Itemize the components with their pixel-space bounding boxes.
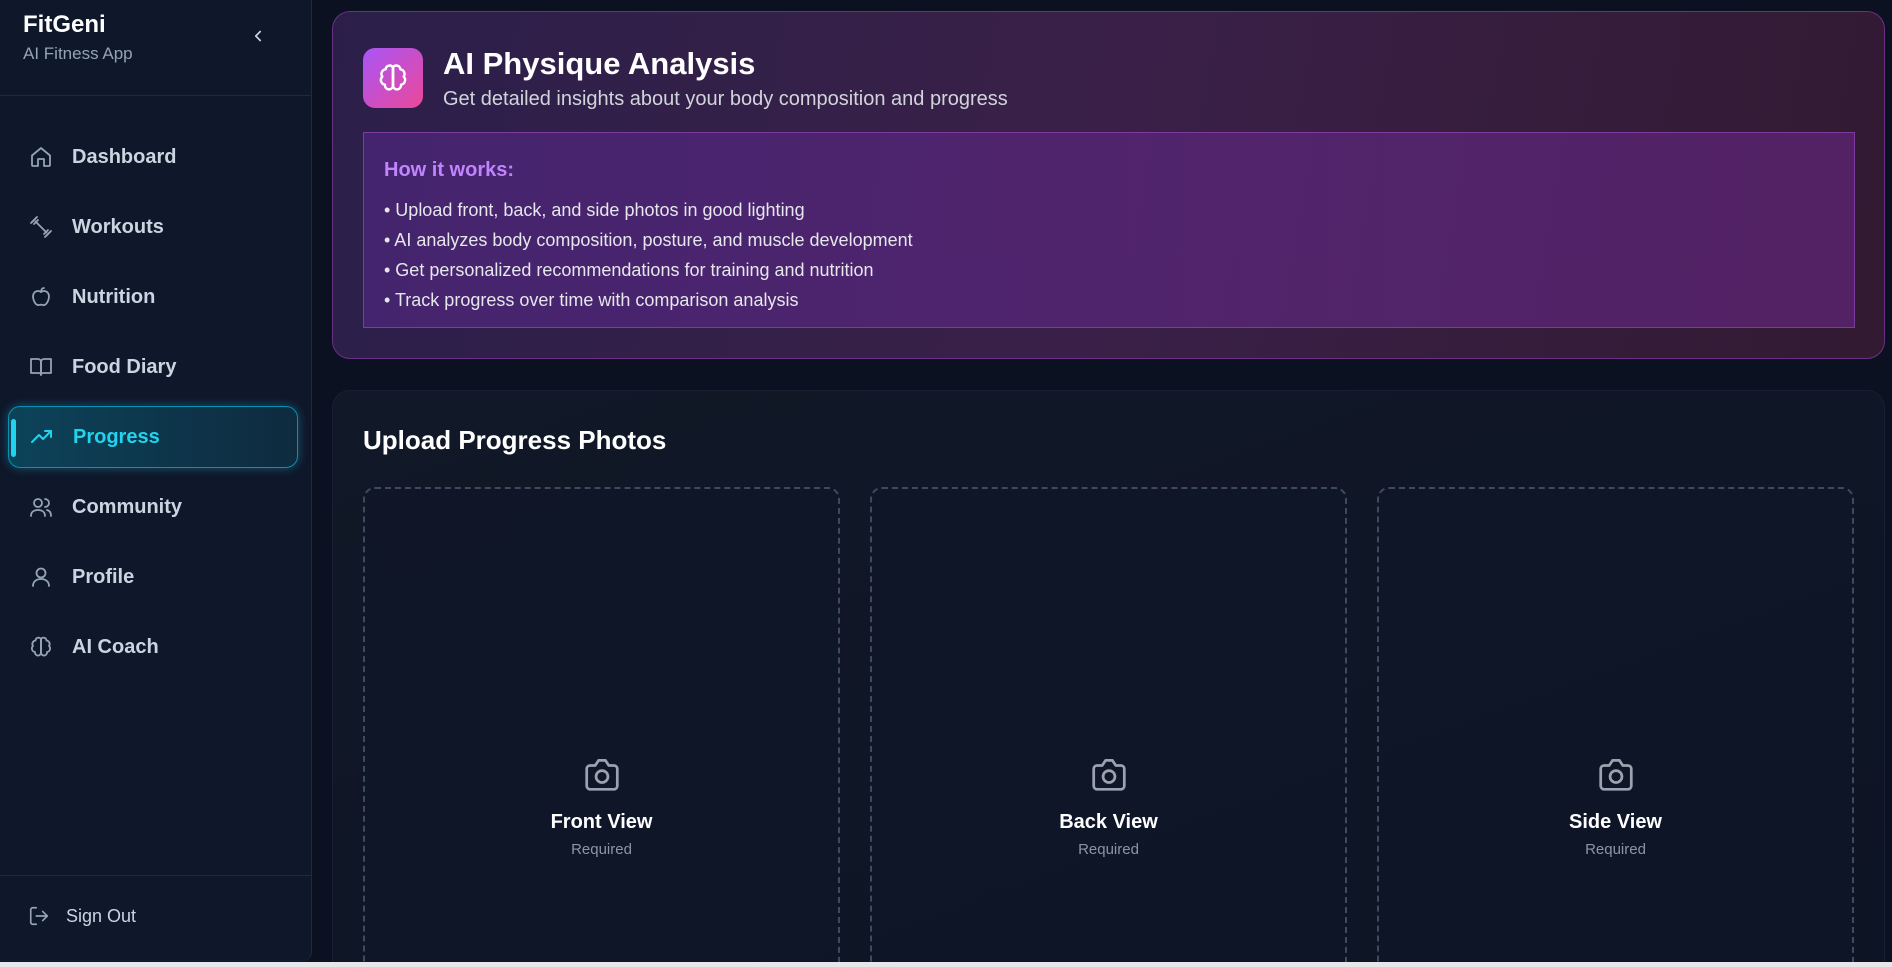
sidebar-item-community[interactable]: Community — [8, 476, 298, 538]
list-item: • Upload front, back, and side photos in… — [384, 200, 805, 220]
slot-title: Back View — [1059, 811, 1158, 833]
list-item: • Track progress over time with comparis… — [384, 290, 799, 310]
slot-title: Side View — [1568, 811, 1662, 833]
sidebar-item-label: Progress — [73, 425, 160, 448]
front-view-dropzone[interactable]: Front View Required — [363, 487, 840, 967]
home-icon — [28, 144, 54, 170]
app-name: FitGeni — [23, 11, 106, 38]
camera-icon — [1598, 759, 1633, 791]
sidebar-divider — [0, 95, 311, 96]
back-view-dropzone[interactable]: Back View Required — [870, 487, 1347, 967]
book-icon — [28, 354, 54, 380]
sign-out-button[interactable]: Sign Out — [28, 905, 136, 927]
brand: FitGeni AI Fitness App — [23, 10, 133, 64]
sidebar-item-label: Dashboard — [72, 145, 177, 168]
user-icon — [28, 564, 54, 590]
camera-icon — [1091, 759, 1126, 791]
window-bottom-edge — [0, 962, 1892, 967]
list-item: • Get personalized recommendations for t… — [384, 260, 874, 280]
sidebar-item-nutrition[interactable]: Nutrition — [8, 266, 298, 328]
physique-analysis-card: AI Physique Analysis Get detailed insigh… — [332, 11, 1885, 359]
sidebar: FitGeni AI Fitness App Dashboard Workout… — [0, 0, 312, 962]
page-title: AI Physique Analysis — [443, 46, 756, 81]
main-content: AI Physique Analysis Get detailed insigh… — [312, 0, 1892, 967]
sidebar-item-progress[interactable]: Progress — [8, 406, 298, 468]
slot-required-note: Required — [1585, 841, 1646, 858]
camera-icon — [584, 759, 619, 791]
slot-required-note: Required — [1078, 841, 1139, 858]
sidebar-item-label: Nutrition — [72, 285, 156, 308]
collapse-sidebar-button[interactable] — [244, 22, 272, 50]
sign-out-label: Sign Out — [66, 905, 137, 926]
how-it-works-box: How it works: • Upload front, back, and … — [363, 132, 1855, 328]
sidebar-item-label: Profile — [72, 565, 135, 588]
dumbbell-icon — [28, 214, 54, 240]
sidebar-item-label: Food Diary — [72, 355, 177, 378]
trending-up-icon — [29, 424, 55, 450]
chevron-left-icon — [254, 30, 262, 42]
log-out-icon — [29, 906, 49, 926]
slot-title: Front View — [550, 811, 653, 833]
upload-section-title: Upload Progress Photos — [363, 425, 667, 455]
sidebar-bottom-divider — [0, 875, 311, 876]
sidebar-item-label: Workouts — [72, 215, 164, 238]
brain-icon — [363, 48, 423, 108]
how-it-works-list: • Upload front, back, and side photos in… — [384, 195, 913, 315]
users-icon — [28, 494, 54, 520]
sidebar-item-label: AI Coach — [72, 635, 159, 658]
apple-icon — [28, 284, 54, 310]
app-subtitle: AI Fitness App — [23, 44, 133, 63]
page-subtitle: Get detailed insights about your body co… — [443, 88, 1008, 110]
sidebar-item-dashboard[interactable]: Dashboard — [8, 126, 298, 188]
sidebar-item-ai-coach[interactable]: AI Coach — [8, 616, 298, 678]
slot-required-note: Required — [571, 841, 632, 858]
sidebar-item-profile[interactable]: Profile — [8, 546, 298, 608]
list-item: • AI analyzes body composition, posture,… — [384, 230, 913, 250]
sidebar-item-label: Community — [72, 495, 182, 518]
brain-icon — [28, 634, 54, 660]
side-view-dropzone[interactable]: Side View Required — [1377, 487, 1854, 967]
how-it-works-title: How it works: — [384, 159, 515, 181]
upload-photos-card: Upload Progress Photos Front View Requir… — [332, 390, 1885, 967]
sidebar-item-workouts[interactable]: Workouts — [8, 196, 298, 258]
sidebar-item-food-diary[interactable]: Food Diary — [8, 336, 298, 398]
